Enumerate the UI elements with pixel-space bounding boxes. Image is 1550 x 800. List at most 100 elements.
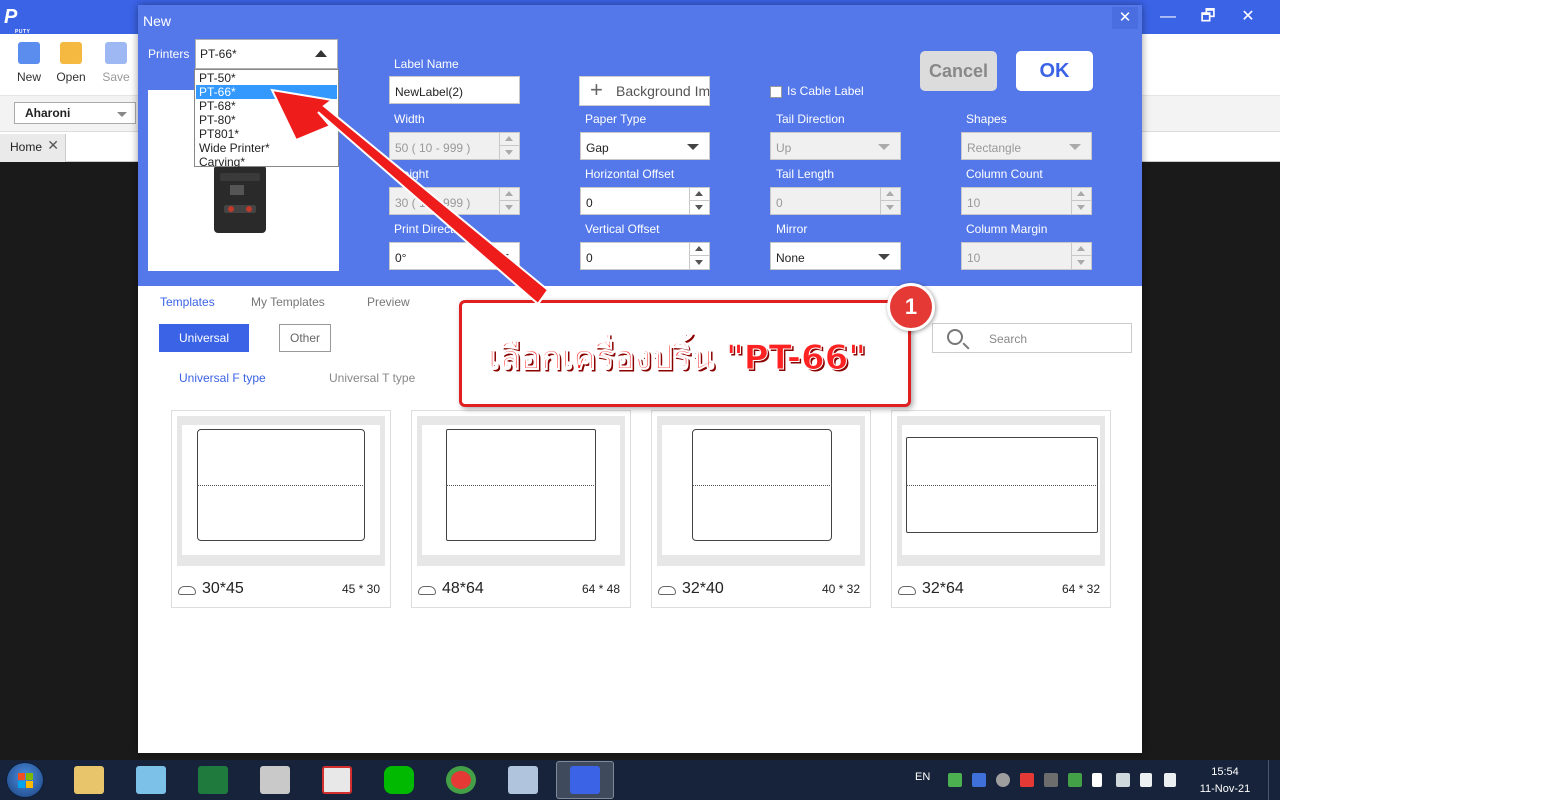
printer-option[interactable]: PT-80* [196, 113, 337, 127]
chevron-down-icon [878, 254, 890, 260]
line-icon[interactable] [384, 766, 414, 794]
printer-option[interactable]: PT-50* [196, 71, 337, 85]
tab-preview[interactable]: Preview [367, 295, 410, 309]
excel-icon[interactable] [198, 766, 228, 794]
volume-icon[interactable] [1164, 773, 1176, 787]
sticky-notes-icon[interactable] [136, 766, 166, 794]
tab-templates[interactable]: Templates [160, 295, 215, 309]
acrobat-icon[interactable] [322, 766, 352, 794]
new-button-label: New [16, 70, 41, 84]
clock-date[interactable]: 11-Nov-21 [1195, 783, 1255, 795]
tray-icon[interactable] [1020, 773, 1034, 787]
new-file-icon [18, 42, 40, 64]
paper-type-value: Gap [586, 141, 609, 155]
paper-type-select[interactable]: Gap [580, 132, 710, 160]
horizontal-offset-input[interactable]: 0 [580, 187, 710, 215]
tab-home-label: Home [10, 140, 43, 154]
subtype-universal-f[interactable]: Universal F type [179, 371, 266, 385]
column-margin-input[interactable]: 10 [961, 242, 1092, 270]
signal-icon[interactable] [1140, 773, 1152, 787]
label-name-input[interactable]: NewLabel(2) [389, 76, 520, 104]
is-cable-label-checkbox[interactable] [770, 86, 782, 98]
calculator-icon[interactable] [508, 766, 538, 794]
template-card[interactable]: 30*45 45 * 30 [171, 410, 391, 608]
printer-select[interactable]: PT-66* [195, 39, 338, 69]
new-button[interactable]: New [9, 42, 49, 92]
column-margin-label: Column Margin [966, 222, 1048, 236]
tab-my-templates[interactable]: My Templates [251, 295, 325, 309]
file-explorer-icon[interactable] [74, 766, 104, 794]
printer-option[interactable]: Wide Printer* [196, 141, 337, 155]
template-card[interactable]: 32*64 64 * 32 [891, 410, 1111, 608]
chevron-down-icon [878, 144, 890, 150]
chevron-down-icon [117, 112, 127, 117]
network-icon[interactable] [1116, 773, 1130, 787]
cancel-button[interactable]: Cancel [920, 51, 997, 91]
height-input[interactable]: 30 ( 10 - 999 ) [389, 187, 520, 215]
shapes-select[interactable]: Rectangle [961, 132, 1092, 160]
print-direction-select[interactable]: 0° [389, 242, 520, 270]
vertical-offset-input[interactable]: 0 [580, 242, 710, 270]
printer-option[interactable]: PT-68* [196, 99, 337, 113]
restore-button[interactable]: 🗗 [1188, 0, 1228, 34]
mirror-label: Mirror [776, 222, 808, 236]
dialog-title: New [143, 13, 172, 29]
column-count-stepper[interactable] [1071, 188, 1091, 214]
tail-length-value: 0 [776, 196, 783, 210]
category-universal-button[interactable]: Universal [159, 324, 249, 352]
puty-app-icon [570, 766, 600, 794]
font-select[interactable]: Aharoni [14, 102, 136, 124]
tab-home[interactable]: Home ✕ [0, 134, 66, 162]
tray-icon[interactable] [948, 773, 962, 787]
category-other-button[interactable]: Other [279, 324, 331, 352]
column-margin-stepper[interactable] [1071, 243, 1091, 269]
cloud-icon [178, 586, 196, 595]
start-button[interactable] [6, 762, 44, 798]
tail-direction-select[interactable]: Up [770, 132, 901, 160]
snipping-tool-icon[interactable] [260, 766, 290, 794]
mirror-select[interactable]: None [770, 242, 901, 270]
printer-option[interactable]: PT801* [196, 127, 337, 141]
vertical-offset-stepper[interactable] [689, 243, 709, 269]
subtype-universal-t[interactable]: Universal T type [329, 371, 415, 385]
printer-device-icon [214, 165, 266, 233]
tail-length-input[interactable]: 0 [770, 187, 901, 215]
column-count-input[interactable]: 10 [961, 187, 1092, 215]
show-desktop-button[interactable] [1268, 760, 1280, 800]
screen: P PUTY — 🗗 ✕ New Open Save Aharoni Home … [0, 0, 1550, 800]
close-button[interactable]: ✕ [1228, 0, 1268, 34]
printer-option[interactable]: Carving* [196, 155, 337, 169]
minimize-button[interactable]: — [1148, 0, 1188, 34]
flag-icon[interactable] [1092, 773, 1102, 787]
horizontal-offset-stepper[interactable] [689, 188, 709, 214]
width-stepper[interactable] [499, 133, 519, 159]
language-indicator[interactable]: EN [915, 771, 930, 783]
tray-icon[interactable] [996, 773, 1010, 787]
save-button-label: Save [102, 70, 130, 84]
width-input[interactable]: 50 ( 10 - 999 ) [389, 132, 520, 160]
tail-length-label: Tail Length [776, 167, 835, 181]
tail-length-stepper[interactable] [880, 188, 900, 214]
template-preview [657, 416, 865, 566]
chrome-icon[interactable] [446, 766, 476, 794]
ok-button[interactable]: OK [1016, 51, 1093, 91]
search-input[interactable]: Search [932, 323, 1132, 353]
chevron-down-icon [497, 254, 509, 260]
background-image-label: Background Image [616, 83, 710, 99]
background-image-button[interactable]: + Background Image [579, 76, 710, 106]
column-margin-value: 10 [967, 251, 981, 265]
taskbar-active-app[interactable] [556, 761, 614, 799]
template-card[interactable]: 32*40 40 * 32 [651, 410, 871, 608]
template-card[interactable]: 48*64 64 * 48 [411, 410, 631, 608]
tray-icon[interactable] [1044, 773, 1058, 787]
printer-option-selected[interactable]: PT-66* [196, 85, 337, 99]
dialog-close-button[interactable]: ✕ [1112, 7, 1138, 29]
save-button[interactable]: Save [96, 42, 136, 92]
shield-icon[interactable] [1068, 773, 1082, 787]
taskbar: EN 15:54 11-Nov-21 [0, 760, 1280, 800]
close-tab-icon[interactable]: ✕ [47, 137, 59, 154]
open-button[interactable]: Open [51, 42, 91, 92]
height-stepper[interactable] [499, 188, 519, 214]
clock-time[interactable]: 15:54 [1205, 766, 1245, 778]
tray-icon[interactable] [972, 773, 986, 787]
